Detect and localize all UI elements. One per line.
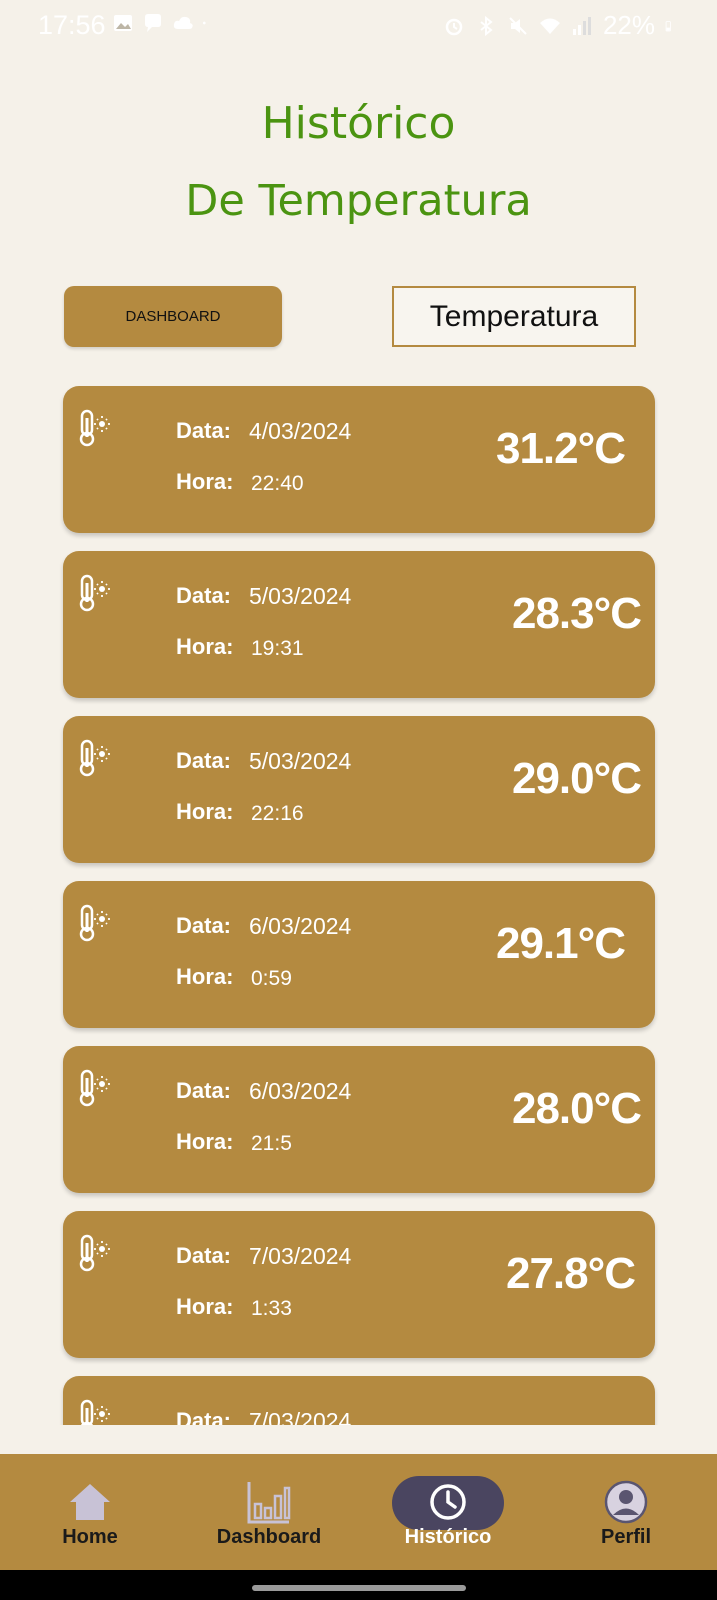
nav-home[interactable]: Home	[20, 1454, 160, 1570]
thermometer-sun-icon	[80, 1399, 110, 1425]
time-label: Hora:	[176, 1129, 234, 1154]
thermometer-sun-icon	[79, 739, 110, 777]
mute-icon	[509, 16, 527, 35]
temperature-history-list[interactable]: Data: 4/03/2024 Hora: 22:40 31.2°C Data:…	[0, 380, 717, 1425]
date-value: 7/03/2024	[249, 1408, 352, 1425]
page-title: Histórico	[261, 98, 456, 149]
thermometer-sun-icon	[79, 409, 110, 447]
date-value: 6/03/2024	[249, 1078, 352, 1104]
status-left-icons	[112, 12, 212, 34]
history-card[interactable]: Data: 5/03/2024 Hora: 19:31 28.3°C	[63, 551, 655, 698]
time-value: 0:59	[251, 967, 292, 990]
time-value: 19:31	[251, 637, 304, 660]
time-label: Hora:	[176, 1294, 234, 1319]
app-screen: 17:56 22% Histórico De Temperatura DASHB…	[0, 0, 717, 1600]
nav-label: Dashboard	[216, 1526, 322, 1548]
clock-icon	[430, 1484, 466, 1520]
nav-dashboard[interactable]: Dashboard	[199, 1454, 339, 1570]
history-card[interactable]: Data: 5/03/2024 Hora: 22:16 29.0°C	[63, 716, 655, 863]
temperature-value: 29.0°C	[511, 754, 642, 803]
date-label: Data:	[176, 418, 232, 443]
history-card[interactable]: Data: 4/03/2024 Hora: 22:40 31.2°C	[63, 386, 655, 533]
nav-label: Home	[62, 1526, 118, 1548]
time-label: Hora:	[176, 469, 234, 494]
thermometer-sun-icon	[79, 1069, 110, 1107]
date-label: Data:	[176, 913, 232, 938]
thermometer-sun-icon	[79, 1234, 110, 1272]
date-value: 6/03/2024	[249, 913, 352, 939]
dashboard-button[interactable]: DASHBOARD	[64, 286, 282, 347]
date-label: Data:	[176, 1243, 232, 1268]
signal-icon	[572, 16, 591, 35]
date-label: Data:	[176, 1408, 232, 1425]
time-value: 21:5	[251, 1132, 292, 1155]
status-bar: 17:56 22%	[0, 0, 717, 52]
image-icon	[114, 15, 132, 31]
temperature-filter[interactable]: Temperatura	[392, 286, 636, 347]
history-card[interactable]: Data: 6/03/2024 Hora: 0:59 29.1°C	[63, 881, 655, 1028]
temperature-value: 28.3°C	[511, 589, 642, 638]
nav-label: Histórico	[404, 1526, 492, 1548]
time-label: Hora:	[176, 964, 234, 989]
nav-label: Perfil	[600, 1526, 652, 1548]
home-gesture-bar[interactable]	[252, 1585, 466, 1591]
bottom-navigation: Home Dashboard Histórico Perfil	[0, 1454, 717, 1570]
history-card[interactable]: Data: 6/03/2024 Hora: 21:5 28.0°C	[63, 1046, 655, 1193]
time-value: 22:16	[251, 802, 304, 825]
history-card[interactable]: Data: 7/03/2024 Hora: 1:33 27.8°C	[63, 1211, 655, 1358]
status-right: 22%	[443, 10, 677, 41]
battery-icon	[665, 20, 671, 31]
temperature-value: 31.2°C	[495, 424, 626, 473]
date-value: 5/03/2024	[249, 748, 352, 774]
time-label: Hora:	[176, 634, 234, 659]
battery-text: 22%	[602, 10, 655, 40]
dot-icon	[202, 21, 206, 25]
date-value: 5/03/2024	[249, 583, 352, 609]
status-time: 17:56	[38, 10, 106, 40]
nav-perfil[interactable]: Perfil	[556, 1454, 696, 1570]
thermometer-sun-icon	[79, 574, 110, 612]
date-value: 4/03/2024	[249, 418, 352, 444]
chat-icon	[145, 14, 161, 32]
date-value: 7/03/2024	[249, 1243, 352, 1269]
nav-historico[interactable]: Histórico	[378, 1454, 518, 1570]
time-value: 1:33	[251, 1297, 292, 1320]
bar-chart-icon	[247, 1482, 291, 1524]
wifi-icon	[539, 18, 560, 34]
cloud-icon	[173, 16, 193, 29]
home-icon	[70, 1484, 110, 1520]
alarm-icon	[445, 18, 463, 35]
temperature-value: 27.8°C	[505, 1249, 636, 1298]
temperature-value: 28.0°C	[511, 1084, 642, 1133]
date-label: Data:	[176, 748, 232, 773]
thermometer-sun-icon	[79, 904, 110, 942]
page-subtitle: De Temperatura	[185, 176, 532, 226]
date-label: Data:	[176, 1078, 232, 1103]
bluetooth-icon	[480, 15, 493, 36]
time-label: Hora:	[176, 799, 234, 824]
history-card[interactable]: Data: 7/03/2024	[63, 1376, 655, 1425]
temperature-value: 29.1°C	[495, 919, 626, 968]
profile-icon	[604, 1480, 648, 1524]
time-value: 22:40	[251, 472, 304, 495]
date-label: Data:	[176, 583, 232, 608]
